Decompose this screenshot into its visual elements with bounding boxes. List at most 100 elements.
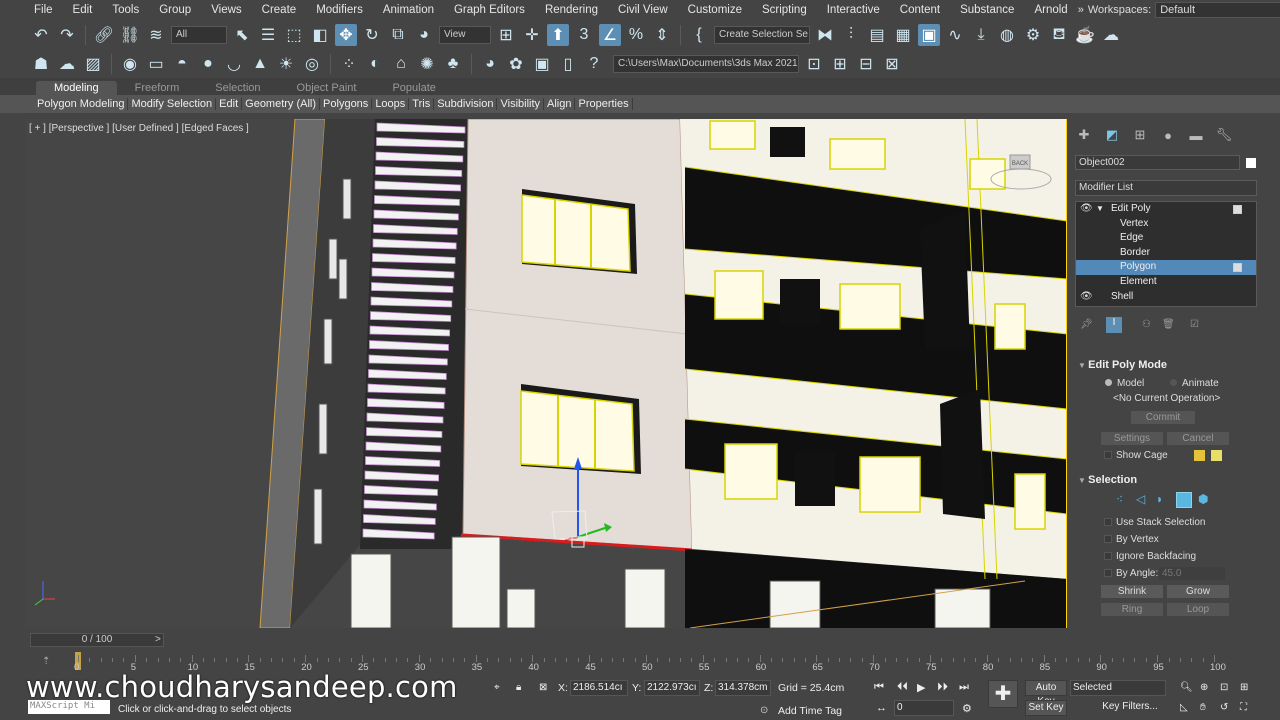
bind-space-warp-icon[interactable]: ≋ [145, 24, 167, 46]
manipulate-icon[interactable]: ✛ [521, 24, 543, 46]
motion-tab-icon[interactable]: ● [1160, 127, 1176, 143]
keyboard-shortcut-icon[interactable]: ⬆ [547, 24, 569, 46]
image-icon[interactable]: ▨ [82, 53, 104, 75]
edge-mode-icon[interactable]: ◁ [1136, 492, 1145, 506]
stack-item-edge[interactable]: Edge [1076, 231, 1256, 246]
render-production-icon[interactable]: ☕ [1074, 24, 1096, 46]
auto-key-button[interactable]: Auto Key [1025, 680, 1067, 707]
menu-modifiers[interactable]: Modifiers [306, 4, 373, 16]
ribbon-panel-properties[interactable]: Properties [575, 98, 633, 110]
menu-arnold[interactable]: Arnold [1024, 4, 1077, 16]
menu-views[interactable]: Views [201, 4, 251, 16]
set-key-icon[interactable]: ✚ [988, 680, 1018, 708]
cloud-icon[interactable]: ☁ [56, 53, 78, 75]
edit-named-sets-icon[interactable]: { [688, 24, 710, 46]
loop-button[interactable]: Loop [1166, 602, 1230, 617]
more-menus-icon[interactable]: » [1078, 4, 1084, 16]
named-selection-set[interactable]: Create Selection Se [714, 26, 810, 44]
ring-button[interactable]: Ring [1100, 602, 1164, 617]
scale-icon[interactable]: ⧉ [387, 24, 409, 46]
ribbon-panel-align[interactable]: Align [544, 98, 576, 110]
link-icon[interactable]: 🔗︎ [93, 24, 115, 46]
stack-item-shell[interactable]: 👁︎ Shell [1076, 290, 1256, 305]
menu-edit[interactable]: Edit [63, 4, 103, 16]
gear-small-icon[interactable]: ✺ [416, 53, 438, 75]
palette-icon[interactable]: ✿ [505, 53, 527, 75]
points-icon[interactable]: ⁘ [338, 53, 360, 75]
prev-key-icon[interactable]: ⏴⏴ [897, 681, 908, 694]
element-mode-icon[interactable]: ⬢ [1198, 492, 1208, 506]
next-frame-arrow-icon[interactable]: > [155, 634, 161, 645]
ribbon-panel-modify-selection[interactable]: Modify Selection [128, 98, 217, 110]
fov-icon[interactable]: ◺ [1180, 702, 1188, 713]
toggle-ribbon-icon[interactable]: ▦ [892, 24, 914, 46]
y-coordinate[interactable]: 2122.973cı [644, 680, 700, 696]
spinner-snap-icon[interactable]: ⇕ [651, 24, 673, 46]
tab-object-paint[interactable]: Object Paint [279, 81, 375, 95]
polygon-mode-icon[interactable] [1176, 492, 1192, 508]
menu-graph-editors[interactable]: Graph Editors [444, 4, 535, 16]
stack-item-border[interactable]: Border [1076, 246, 1256, 261]
angle-snap-icon[interactable]: ∠ [599, 24, 621, 46]
time-config-icon[interactable]: ⚙ [962, 702, 972, 715]
ribbon-panel-edit[interactable]: Edit [216, 98, 243, 110]
zoom-extents-all-icon[interactable]: ⊞ [1240, 682, 1248, 693]
hierarchy-tab-icon[interactable]: ⊞ [1132, 127, 1148, 143]
rotate-icon[interactable]: ↻ [361, 24, 383, 46]
object-name-field[interactable]: Object002 [1075, 155, 1240, 170]
by-angle-checkbox[interactable]: By Angle: [1104, 568, 1158, 579]
menu-content[interactable]: Content [890, 4, 950, 16]
materials-icon[interactable]: ▣ [531, 53, 553, 75]
project-path[interactable]: C:\Users\Max\Documents\3ds Max 2021 [613, 55, 799, 73]
modify-tab-icon[interactable]: ◩ [1104, 127, 1120, 143]
mirror-icon[interactable]: ⧓ [814, 24, 836, 46]
viewport-label[interactable]: [ + ] [Perspective ] [User Defined ] [Ed… [29, 123, 249, 134]
disc-icon[interactable]: ◎ [301, 53, 323, 75]
camera-icon[interactable]: ◉ [119, 53, 141, 75]
model-radio[interactable]: Model [1105, 378, 1144, 389]
percent-snap-icon[interactable]: % [625, 24, 647, 46]
commit-button[interactable]: Commit [1130, 410, 1196, 425]
key-mode-toggle-icon[interactable]: ↔ [876, 702, 887, 714]
schematic-view-icon[interactable]: ⤓ [970, 24, 992, 46]
key-mode-select[interactable]: Selected [1070, 680, 1166, 696]
curve-editor-icon[interactable]: ∿ [944, 24, 966, 46]
show-cage-checkbox[interactable]: Show Cage [1104, 450, 1168, 461]
ref-coord-select[interactable]: View [439, 26, 491, 44]
play-icon[interactable]: ▶ [917, 681, 925, 694]
go-to-start-icon[interactable]: ⏮ [874, 681, 884, 694]
key-filters-button[interactable]: Key Filters... [1094, 700, 1166, 716]
teapot-icon[interactable]: ☗ [30, 53, 52, 75]
by-vertex-checkbox[interactable]: By Vertex [1104, 534, 1159, 545]
window-crossing-icon[interactable]: ◧ [309, 24, 331, 46]
material-editor-icon[interactable]: ◍ [996, 24, 1018, 46]
eye-icon[interactable]: 👁︎ [1080, 290, 1093, 305]
render-frame-icon[interactable]: ⛾ [1048, 24, 1070, 46]
use-stack-selection-checkbox[interactable]: Use Stack Selection [1104, 517, 1206, 528]
z-coordinate[interactable]: 314.378cm [715, 680, 771, 696]
bowl-icon[interactable]: ◡ [223, 53, 245, 75]
dome-icon[interactable]: ◓ [171, 53, 193, 75]
expand-arrow-icon[interactable]: ▼ [1096, 202, 1104, 217]
sun-icon[interactable]: ☀ [275, 53, 297, 75]
project-open-icon[interactable]: ⊟ [855, 53, 877, 75]
zoom-extents-icon[interactable]: ⊡ [1220, 682, 1228, 693]
display-tab-icon[interactable]: ▬ [1188, 127, 1204, 143]
select-by-name-icon[interactable]: ☰ [257, 24, 279, 46]
ribbon-panel-visibility[interactable]: Visibility [497, 98, 545, 110]
lock-icon[interactable]: 🔒︎ [516, 682, 521, 693]
scene-explorer-icon[interactable]: ▣ [918, 24, 940, 46]
utilities-tab-icon[interactable]: 🔧︎ [1216, 127, 1233, 143]
zoom-icon[interactable]: 🔍︎ [1180, 682, 1193, 693]
menu-substance[interactable]: Substance [950, 4, 1024, 16]
project-new-icon[interactable]: ⊞ [829, 53, 851, 75]
absolute-mode-icon[interactable]: ⊠ [539, 682, 547, 693]
menu-create[interactable]: Create [252, 4, 307, 16]
angle-spinner[interactable]: 45.0 [1158, 566, 1226, 581]
tab-freeform[interactable]: Freeform [117, 81, 198, 95]
set-key-button[interactable]: Set Key [1025, 700, 1067, 716]
select-object-icon[interactable]: ⬉ [231, 24, 253, 46]
menu-customize[interactable]: Customize [678, 4, 752, 16]
make-unique-icon[interactable]: ⚇ [1142, 319, 1151, 330]
menu-group[interactable]: Group [149, 4, 201, 16]
